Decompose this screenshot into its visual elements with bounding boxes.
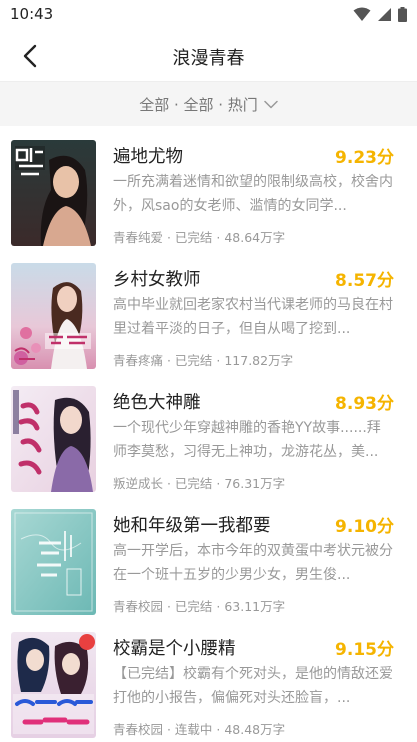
book-description: 高中毕业就回老家农村当代课老师的马良在村里过着平淡的日子，但自从喝了挖到... [113,297,393,337]
status-time: 10:43 [10,5,54,23]
book-cover-image [11,386,96,492]
book-cover-image [11,632,96,738]
filter-dropdown[interactable]: 全部 · 全部 · 热门 [0,82,417,126]
battery-icon [398,7,407,26]
chevron-down-icon [264,100,278,108]
book-title: 绝色大神雕 [113,393,201,413]
book-list: 遍地尤物 9.23分 一所充满着迷情和欲望的限制级高校，校舍内外，风sao的女老… [0,126,417,742]
book-list-item[interactable]: 校霸是个小腰精 9.15分 【已完结】校霸有个死对头，是他的情敌还爱打他的小报告… [0,618,417,741]
book-cover-image [11,263,96,369]
book-score: 9.23分 [335,148,394,168]
book-score: 8.93分 [335,394,394,414]
book-title: 她和年级第一我都要 [113,516,271,536]
book-list-item[interactable]: 绝色大神雕 8.93分 一个现代少年穿越神雕的香艳YY故事......拜师李莫愁… [0,372,417,495]
book-description: 高一开学后，本市今年的双黄蛋中考状元被分在一个班十五岁的少男少女，男生俊... [113,543,393,583]
book-cover-image [11,140,96,246]
page-title: 浪漫青春 [172,48,245,69]
book-score: 9.10分 [335,517,394,537]
status-bar: 10:43 [0,0,417,30]
book-meta: 青春校园 · 已完结 · 63.11万字 [113,599,286,614]
book-list-item[interactable]: 她和年级第一我都要 9.10分 高一开学后，本市今年的双黄蛋中考状元被分在一个班… [0,495,417,618]
book-title: 乡村女教师 [113,270,201,290]
book-list-item[interactable]: 乡村女教师 8.57分 高中毕业就回老家农村当代课老师的马良在村里过着平淡的日子… [0,249,417,372]
book-description: 一所充满着迷情和欲望的限制级高校，校舍内外，风sao的女老师、滥情的女同学... [113,174,393,214]
book-meta: 叛逆成长 · 已完结 · 76.31万字 [113,476,286,491]
cellular-signal-icon [377,7,392,26]
book-description: 一个现代少年穿越神雕的香艳YY故事......拜师李莫愁，习得无上神功，龙游花丛… [113,420,381,460]
book-title: 遍地尤物 [113,147,183,167]
filter-label: 全部 · 全部 · 热门 [139,95,258,114]
book-score: 9.15分 [335,640,394,660]
book-list-item[interactable]: 遍地尤物 9.23分 一所充满着迷情和欲望的限制级高校，校舍内外，风sao的女老… [0,126,417,249]
book-cover-image [11,509,96,615]
book-description: 【已完结】校霸有个死对头，是他的情敌还爱打他的小报告，偏偏死对头还脸盲，... [113,666,393,706]
book-meta: 青春疼痛 · 已完结 · 117.82万字 [113,353,294,368]
book-meta: 青春校园 · 连载中 · 48.48万字 [113,722,286,737]
book-title: 校霸是个小腰精 [113,639,236,659]
book-meta: 青春纯爱 · 已完结 · 48.64万字 [113,230,286,245]
book-score: 8.57分 [335,271,394,291]
status-icons [353,7,407,26]
wifi-icon [353,7,371,26]
app-header: 浪漫青春 [0,30,417,82]
